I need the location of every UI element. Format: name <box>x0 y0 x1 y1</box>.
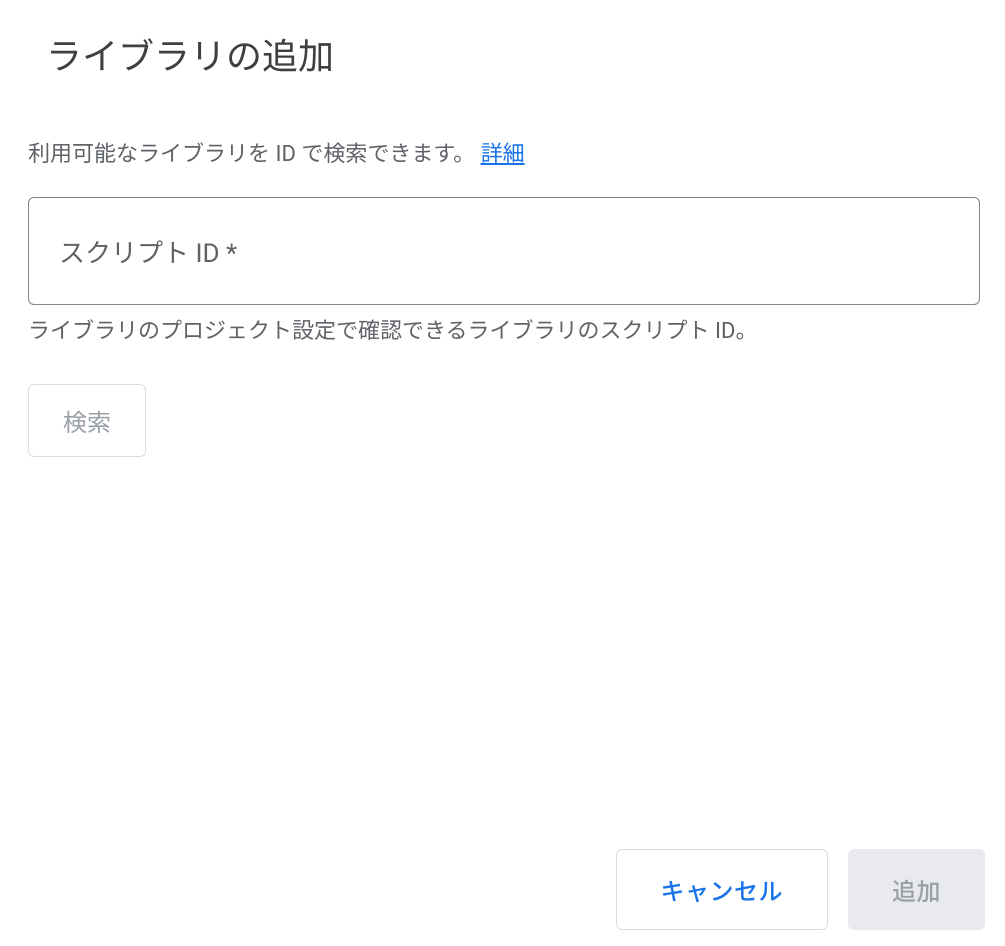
cancel-button[interactable]: キャンセル <box>616 849 829 930</box>
dialog-footer: キャンセル 追加 <box>616 849 986 930</box>
search-button[interactable]: 検索 <box>28 384 146 457</box>
script-id-placeholder: スクリプト ID * <box>59 233 237 270</box>
dialog-title: ライブラリの追加 <box>46 28 985 80</box>
script-id-helper-text: ライブラリのプロジェクト設定で確認できるライブラリのスクリプト ID。 <box>28 317 985 348</box>
script-id-input[interactable]: スクリプト ID * <box>28 197 980 305</box>
add-button[interactable]: 追加 <box>848 849 985 930</box>
details-link[interactable]: 詳細 <box>481 142 525 167</box>
dialog-description: 利用可能なライブラリを ID で検索できます。 詳細 <box>28 138 985 171</box>
description-text: 利用可能なライブラリを ID で検索できます。 <box>28 142 475 167</box>
